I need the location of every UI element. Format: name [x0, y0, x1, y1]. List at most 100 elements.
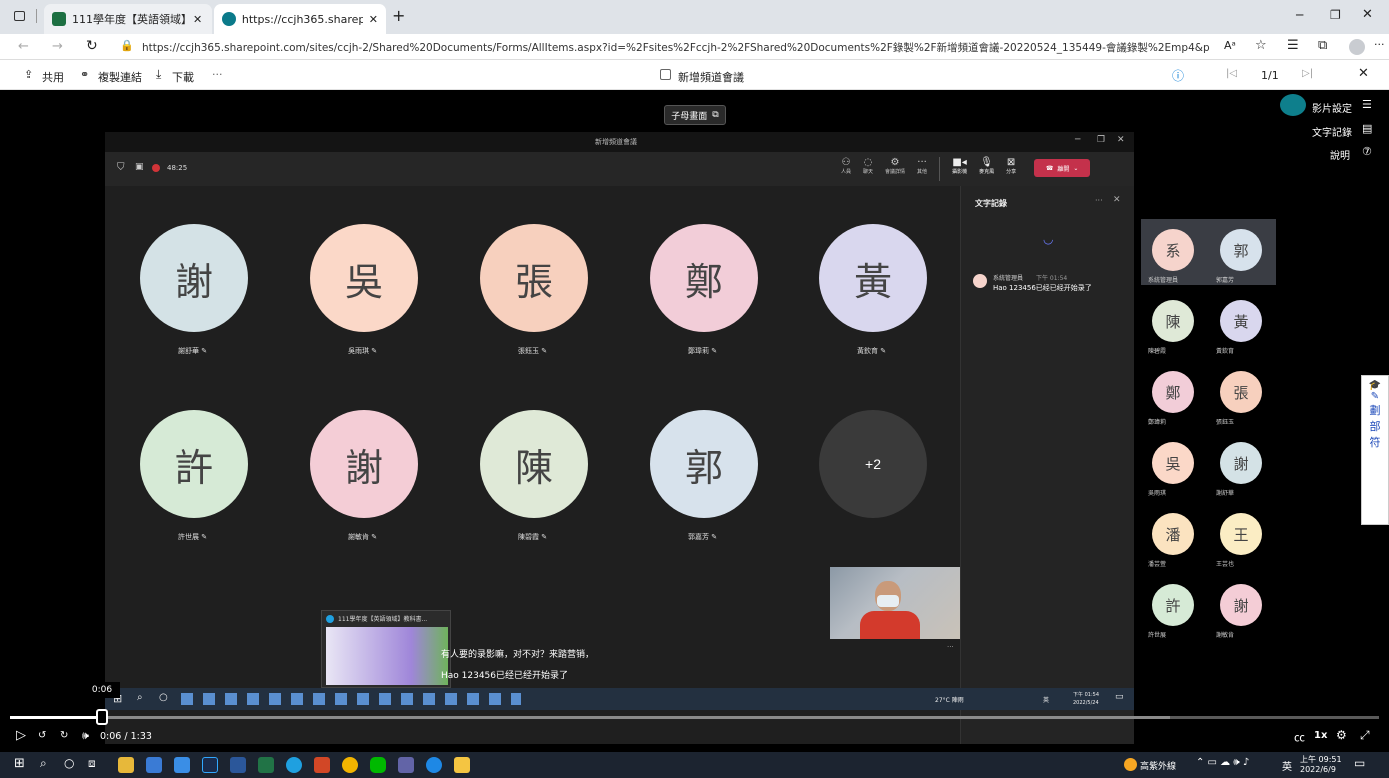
- close-viewer-icon[interactable]: ✕: [1358, 66, 1369, 81]
- control-camera[interactable]: ■◂ 攝影機: [952, 157, 967, 181]
- download-button[interactable]: 下載: [172, 69, 194, 85]
- explorer-icon[interactable]: [118, 757, 134, 773]
- clock-date[interactable]: 2022/6/9: [1300, 765, 1336, 774]
- last-page-icon[interactable]: ▷|: [1302, 68, 1313, 79]
- photoshop-icon[interactable]: [202, 757, 218, 773]
- participant-name-text: 黃欽育: [857, 347, 878, 355]
- search-icon[interactable]: ⌕: [40, 756, 47, 771]
- menu-icon[interactable]: ···: [1374, 38, 1385, 51]
- play-icon[interactable]: ▷: [16, 728, 26, 743]
- meeting-minimize-icon[interactable]: ─: [1075, 135, 1080, 145]
- inner-notification-icon: ▭: [1115, 692, 1124, 702]
- url-field[interactable]: https://ccjh365.sharepoint.com/sites/ccj…: [142, 40, 1210, 55]
- share-button[interactable]: 共用: [42, 69, 64, 85]
- chat-message: Hao 123456已经已经开始录了: [993, 284, 1092, 292]
- close-icon[interactable]: ✕: [193, 13, 202, 26]
- gear-icon[interactable]: ⚙: [1336, 728, 1347, 742]
- more-button[interactable]: ···: [212, 68, 223, 81]
- volume-icon[interactable]: 🕪: [82, 729, 89, 743]
- tab-textbook[interactable]: 111學年度【英語領域】教科書評 ✕: [44, 4, 212, 34]
- control-details[interactable]: ⚙ 會議詳情: [885, 157, 905, 181]
- panel-close-icon[interactable]: ✕: [1113, 195, 1121, 205]
- refresh-icon[interactable]: ↻: [86, 38, 98, 54]
- page-indicator: 1/1: [1261, 69, 1279, 82]
- playback-speed[interactable]: 1x: [1314, 730, 1327, 741]
- video-settings-button[interactable]: 影片設定: [1312, 100, 1352, 115]
- control-mic[interactable]: 🎙 麥克風: [979, 157, 994, 181]
- first-page-icon[interactable]: |◁: [1226, 68, 1237, 79]
- subtitle-line-2: Hao 123456已经已经开始录了: [441, 671, 569, 681]
- teams-icon[interactable]: [398, 757, 414, 773]
- control-chat[interactable]: ◌ 聊天: [863, 157, 873, 181]
- word-icon[interactable]: [230, 757, 246, 773]
- address-bar: ← → ↻ 🔒 https://ccjh365.sharepoint.com/s…: [0, 34, 1389, 60]
- meeting-close-icon[interactable]: ✕: [1117, 135, 1125, 145]
- cortana-icon[interactable]: ○: [64, 756, 74, 770]
- line-icon[interactable]: [370, 757, 386, 773]
- shared-content-thumbnail[interactable]: 111學年度【英語領域】教科書...: [321, 610, 451, 688]
- participant-name: 陳碧霞 ✎: [518, 532, 547, 542]
- minimize-icon[interactable]: ─: [1296, 8, 1303, 22]
- person-mask: [877, 595, 899, 607]
- overflow-participants[interactable]: +2: [819, 410, 927, 518]
- collections-icon[interactable]: ⧉: [1318, 38, 1327, 53]
- tab-actions-icon[interactable]: [14, 11, 25, 21]
- leave-button[interactable]: ☎ 離開 ⌄: [1034, 159, 1091, 177]
- tray-icons[interactable]: ⌃ ▭ ☁ 🕪 ♪: [1196, 757, 1249, 768]
- edge-taskbar-icon[interactable]: [286, 757, 302, 773]
- ime-indicator[interactable]: 英: [1282, 758, 1292, 773]
- video-player[interactable]: 子母畫面 ⧉ 影片設定 ☰ 文字記錄 ▤ 說明 ⑦ 新增頻道會議 ─ ❐ ✕ ⛉…: [0, 90, 1389, 752]
- transcript-panel: 文字記錄 ··· ✕ ◡ 系統管理員 下午 01:54 Hao 123456已经…: [960, 186, 1134, 744]
- mail-icon[interactable]: [174, 757, 190, 773]
- back-icon[interactable]: ←: [18, 39, 29, 54]
- chrome-icon[interactable]: [342, 757, 358, 773]
- seek-thumb[interactable]: [95, 709, 108, 725]
- captions-icon[interactable]: ㏄: [1294, 729, 1305, 745]
- control-share[interactable]: ⊠ 分享: [1006, 157, 1016, 181]
- weather-text[interactable]: 高紫外線: [1140, 759, 1176, 772]
- store-icon[interactable]: [146, 757, 162, 773]
- app-icon[interactable]: [454, 757, 470, 773]
- forward-10-icon[interactable]: ↻: [60, 730, 68, 741]
- read-aloud-icon[interactable]: Aᵃ: [1224, 39, 1236, 52]
- copy-link-button[interactable]: 複製連結: [98, 69, 142, 85]
- divider: [36, 9, 37, 23]
- restore-icon[interactable]: ❐: [1330, 8, 1341, 22]
- control-people[interactable]: ⚇ 人員: [841, 157, 851, 181]
- details-icon: ⚙: [890, 157, 900, 168]
- notification-icon[interactable]: ▭: [1354, 756, 1365, 770]
- favorites-list-icon[interactable]: ☰: [1287, 38, 1299, 53]
- viewer-toolbar: ⇪ 共用 ⚭ 複製連結 ⤓ 下載 ··· 新增頻道會議 ⓘ |◁ 1/1 ▷| …: [0, 60, 1389, 90]
- tab-sharepoint[interactable]: https://ccjh365.sharepoint.com/ ✕: [214, 4, 386, 34]
- favorite-icon[interactable]: ☆: [1255, 38, 1267, 53]
- avatar-initial: 許: [1165, 596, 1181, 615]
- clock-time[interactable]: 上午 09:51: [1300, 754, 1342, 765]
- new-tab-icon[interactable]: +: [392, 6, 405, 25]
- meeting-window: 新增頻道會議 ─ ❐ ✕ ⛉ ▣ 48:25 ⚇ 人員 ◌ 聊天 ⚙ 會議詳情 ···…: [105, 132, 1134, 744]
- info-icon[interactable]: ⓘ: [1172, 67, 1184, 84]
- start-icon[interactable]: ⊞: [14, 756, 25, 771]
- meeting-restore-icon[interactable]: ❐: [1097, 135, 1105, 145]
- avatar-initial: 吳: [344, 259, 383, 304]
- pip-button[interactable]: 子母畫面 ⧉: [664, 105, 726, 125]
- seek-progress: [10, 716, 102, 719]
- profile-avatar[interactable]: [1349, 39, 1365, 55]
- task-view-icon[interactable]: ⧈: [88, 756, 96, 771]
- panel-more-icon[interactable]: ···: [1095, 196, 1103, 205]
- help-button[interactable]: 說明: [1330, 147, 1350, 162]
- self-video-more-icon[interactable]: ···: [947, 643, 954, 651]
- close-icon[interactable]: ✕: [369, 13, 378, 26]
- transcript-button[interactable]: 文字記錄: [1312, 124, 1352, 139]
- control-more[interactable]: ··· 其他: [917, 157, 927, 181]
- seek-bar[interactable]: [10, 709, 1379, 725]
- leave-label: 離開: [1057, 165, 1070, 173]
- avatar-initial: 鄭: [1165, 383, 1181, 402]
- participant-avatar: 張: [480, 224, 588, 332]
- rewind-10-icon[interactable]: ↺: [38, 730, 46, 741]
- ie-icon[interactable]: [426, 757, 442, 773]
- forward-icon[interactable]: →: [52, 39, 63, 54]
- fullscreen-icon[interactable]: ⤢: [1360, 728, 1370, 743]
- excel-taskbar-icon[interactable]: [258, 757, 274, 773]
- powerpoint-icon[interactable]: [314, 757, 330, 773]
- close-window-icon[interactable]: ✕: [1362, 7, 1373, 22]
